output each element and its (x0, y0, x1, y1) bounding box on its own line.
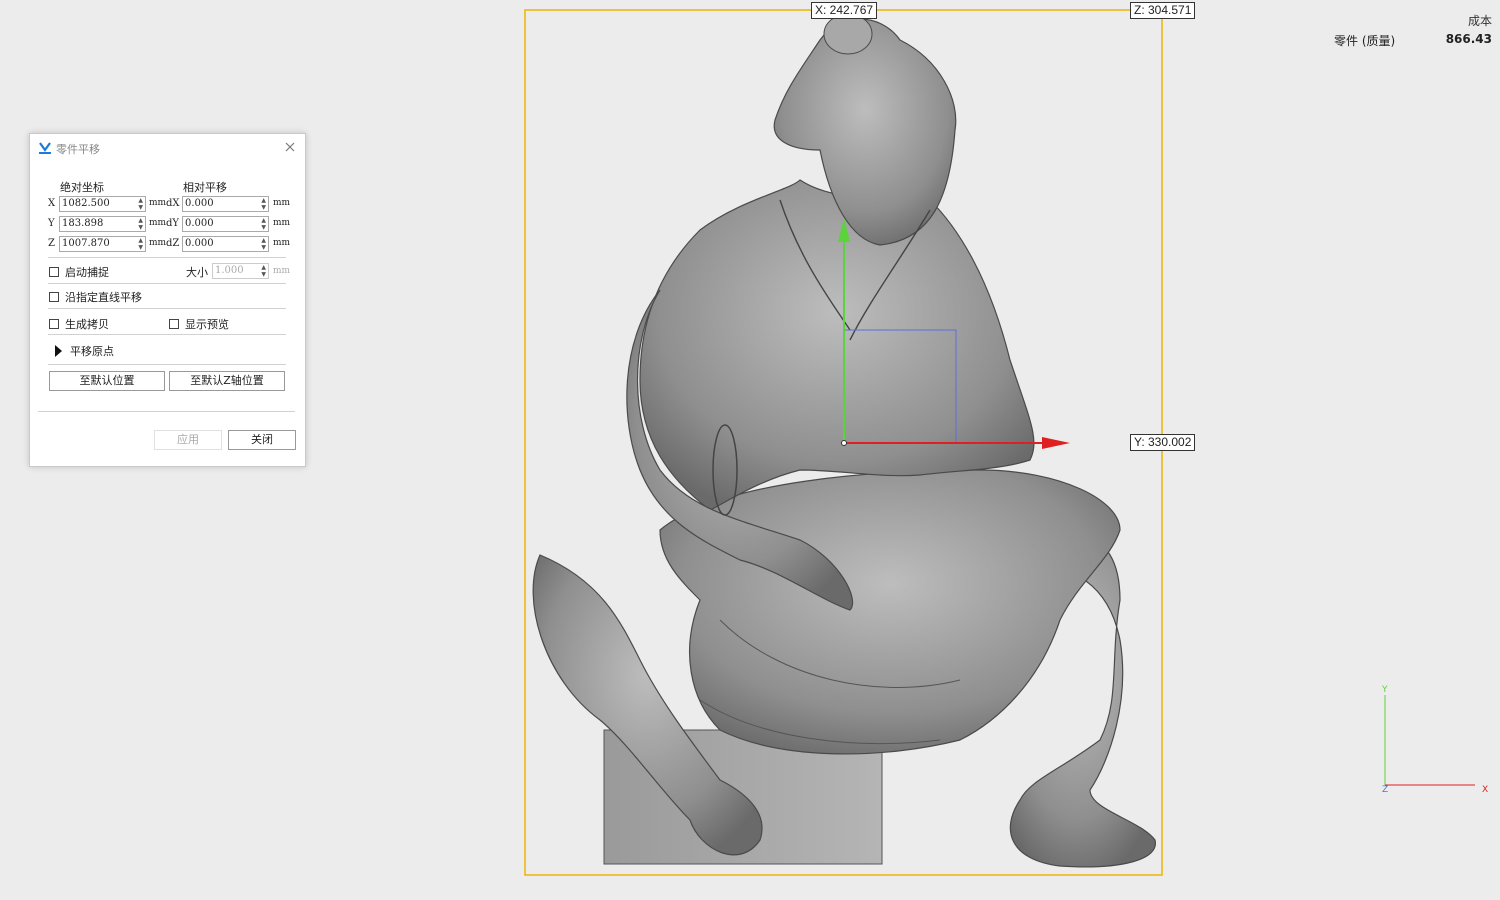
spin-arrows-icon[interactable]: ▲ ▼ (261, 264, 266, 278)
spin-arrows-icon[interactable]: ▲ ▼ (138, 237, 143, 251)
cost-panel: 成本 零件 (质量) 866.43 (1322, 12, 1492, 49)
default-position-button[interactable]: 至默认位置 (49, 371, 165, 391)
coord-row-y: Y 183.898 ▲ ▼ mm dY 0.000 ▲ ▼ mm (48, 216, 298, 232)
snap-label: 启动捕捉 (65, 266, 109, 279)
coord-row-z: Z 1007.870 ▲ ▼ mm dZ 0.000 ▲ ▼ mm (48, 236, 298, 252)
spin-arrows-icon[interactable]: ▲ ▼ (261, 237, 266, 251)
checkbox-box[interactable] (49, 319, 59, 329)
snap-checkbox[interactable]: 启动捕捉 (49, 264, 109, 280)
abs-x-input[interactable]: 1082.500 ▲ ▼ (59, 196, 146, 212)
triad-z-label: Z (1382, 785, 1389, 795)
triad-x-label: X (1482, 785, 1489, 795)
rel-dy-input[interactable]: 0.000 ▲ ▼ (182, 216, 269, 232)
bbox-z-label: Z: 304.571 (1130, 2, 1196, 19)
delta-label-y: dY (166, 218, 180, 229)
axis-label-z: Z (48, 238, 55, 249)
apply-button[interactable]: 应用 (154, 430, 222, 450)
copy-label: 生成拷贝 (65, 318, 109, 331)
bbox-x-label: X: 242.767 (811, 2, 878, 19)
part-translate-dialog: 零件平移 绝对坐标 相对平移 X 1082.500 ▲ ▼ mm dX 0.000 ▲… (29, 133, 306, 467)
dialog-title: 零件平移 (56, 143, 100, 156)
rel-dx-input[interactable]: 0.000 ▲ ▼ (182, 196, 269, 212)
gizmo-origin[interactable] (841, 440, 847, 446)
preview-checkbox[interactable]: 显示预览 (169, 316, 229, 332)
line-move-checkbox[interactable]: 沿指定直线平移 (49, 289, 142, 305)
copy-checkbox[interactable]: 生成拷贝 (49, 316, 109, 332)
origin-expander[interactable]: 平移原点 (55, 343, 114, 359)
gizmo-x-arrow[interactable] (1042, 437, 1070, 449)
unit-label: mm (149, 198, 167, 208)
default-z-position-button[interactable]: 至默认Z轴位置 (169, 371, 285, 391)
unit-label: mm (149, 238, 167, 248)
unit-label: mm (273, 238, 291, 248)
axis-label-y: Y (48, 218, 55, 229)
relative-move-heading: 相对平移 (183, 181, 227, 194)
abs-y-input[interactable]: 183.898 ▲ ▼ (59, 216, 146, 232)
axis-triad (1384, 695, 1475, 786)
close-button[interactable]: 关闭 (228, 430, 296, 450)
checkbox-box[interactable] (49, 292, 59, 302)
cost-value: 866.43 (1445, 32, 1492, 46)
coord-row-x: X 1082.500 ▲ ▼ mm dX 0.000 ▲ ▼ mm (48, 196, 298, 212)
close-icon[interactable] (283, 140, 297, 154)
size-unit: mm (273, 266, 291, 276)
checkbox-box[interactable] (169, 319, 179, 329)
axis-label-x: X (48, 198, 56, 209)
dialog-titlebar[interactable]: 零件平移 (30, 134, 305, 162)
delta-label-x: dX (166, 198, 180, 209)
separator (38, 411, 295, 412)
separator (48, 364, 286, 365)
bbox-y-label: Y: 330.002 (1130, 434, 1196, 451)
cost-title: 成本 (1467, 14, 1492, 28)
spin-arrows-icon[interactable]: ▲ ▼ (261, 217, 266, 231)
hair-bun-shape (823, 13, 873, 55)
separator (48, 334, 286, 335)
cost-row: 零件 (质量) 866.43 (1322, 32, 1492, 49)
separator (48, 283, 286, 284)
size-input[interactable]: 1.000 ▲ ▼ (212, 263, 269, 279)
unit-label: mm (273, 198, 291, 208)
origin-label: 平移原点 (70, 345, 114, 358)
spin-arrows-icon[interactable]: ▲ ▼ (138, 217, 143, 231)
abs-z-input[interactable]: 1007.870 ▲ ▼ (59, 236, 146, 252)
separator (48, 257, 286, 258)
line-move-label: 沿指定直线平移 (65, 291, 142, 304)
size-label: 大小 (186, 266, 208, 279)
rel-dz-input[interactable]: 0.000 ▲ ▼ (182, 236, 269, 252)
delta-label-z: dZ (166, 238, 180, 249)
spin-arrows-icon[interactable]: ▲ ▼ (138, 197, 143, 211)
triad-y-label: Y (1382, 685, 1388, 695)
spin-arrows-icon[interactable]: ▲ ▼ (261, 197, 266, 211)
app-logo-icon (39, 142, 51, 154)
preview-label: 显示预览 (185, 318, 229, 331)
absolute-coords-heading: 绝对坐标 (60, 181, 104, 194)
checkbox-box[interactable] (49, 267, 59, 277)
unit-label: mm (149, 218, 167, 228)
cost-label: 零件 (质量) (1334, 34, 1396, 48)
torso-shape (639, 179, 1035, 511)
separator (48, 308, 286, 309)
unit-label: mm (273, 218, 291, 228)
expand-triangle-icon[interactable] (55, 345, 62, 357)
